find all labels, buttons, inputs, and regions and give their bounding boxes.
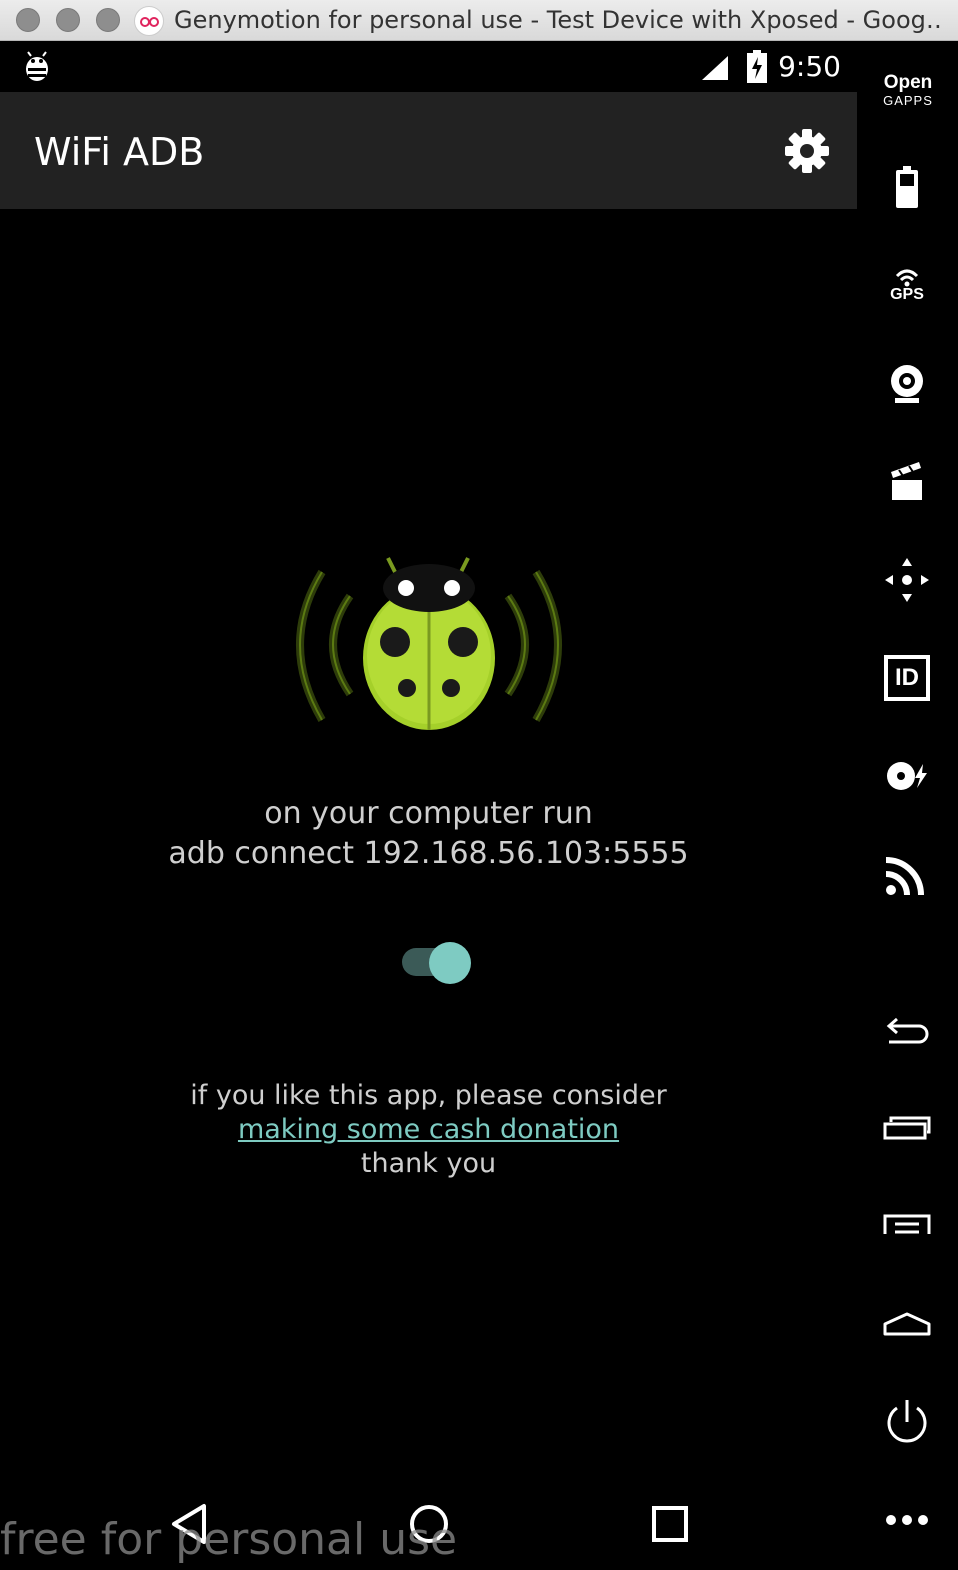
gps-widget-button[interactable]: GPS	[879, 258, 935, 314]
sidebar-more-button[interactable]	[879, 1492, 935, 1548]
recent-apps-icon	[883, 1116, 931, 1140]
watermark: free for personal use	[0, 1514, 458, 1565]
window-minimize-button[interactable]	[56, 8, 80, 32]
battery-icon	[896, 166, 918, 208]
android-screen: 9:50 WiFi ADB on your computer run adb c…	[0, 42, 857, 1570]
network-widget-button[interactable]	[879, 846, 935, 902]
disk-io-widget-button[interactable]	[879, 748, 935, 804]
sidebar-power-button[interactable]	[879, 1394, 935, 1450]
sidebar-menu-button[interactable]	[879, 1198, 935, 1254]
home-outline-icon	[883, 1312, 931, 1336]
move-arrows-icon	[885, 558, 929, 602]
gear-icon	[785, 129, 829, 173]
app-title: WiFi ADB	[34, 130, 205, 174]
sidebar-back-button[interactable]	[879, 1002, 935, 1058]
adb-wifi-toggle[interactable]	[400, 940, 472, 986]
settings-button[interactable]	[780, 124, 834, 178]
gps-label: GPS	[890, 286, 924, 303]
sidebar-home-button[interactable]	[879, 1296, 935, 1352]
webcam-icon	[891, 365, 923, 403]
menu-icon	[883, 1214, 931, 1234]
window-title: Genymotion for personal use - Test Devic…	[174, 6, 944, 34]
webcam-widget-button[interactable]	[879, 356, 935, 412]
recents-icon	[652, 1506, 688, 1542]
donate-prompt: if you like this app, please consider	[190, 1080, 667, 1111]
donation-link-text[interactable]: making some cash donation	[238, 1114, 619, 1145]
wifi-bug-logo	[296, 557, 562, 730]
genymotion-sidebar: Open GAPPS GPS ID	[857, 42, 958, 1570]
remote-control-widget-button[interactable]	[879, 552, 935, 608]
undo-arrow-icon	[886, 1017, 929, 1044]
id-label: ID	[895, 664, 919, 691]
status-bar: 9:50	[0, 42, 857, 92]
battery-charging-icon	[747, 50, 767, 83]
app-bar: WiFi ADB	[0, 92, 857, 209]
device-id-widget-button[interactable]: ID	[879, 650, 935, 706]
sidebar-recent-apps-button[interactable]	[879, 1100, 935, 1156]
open-gapps-label-2: GAPPS	[883, 93, 933, 108]
donation-link[interactable]: making some cash donation	[0, 1114, 857, 1145]
signal-icon	[702, 56, 728, 80]
thank-you-text: thank you	[360, 1148, 497, 1179]
window-close-button[interactable]	[16, 8, 40, 32]
more-dots-icon	[886, 1515, 928, 1525]
window-zoom-button[interactable]	[96, 8, 120, 32]
open-gapps-label-1: Open	[883, 72, 933, 93]
open-gapps-button[interactable]: Open GAPPS	[871, 72, 945, 110]
status-time: 9:50	[778, 50, 841, 83]
capture-widget-button[interactable]	[879, 454, 935, 510]
window-titlebar: Genymotion for personal use - Test Devic…	[0, 0, 958, 41]
nav-recents-button[interactable]	[638, 1492, 702, 1556]
power-icon	[887, 1400, 927, 1443]
rss-signal-icon	[885, 857, 924, 896]
battery-widget-button[interactable]	[879, 160, 935, 216]
bug-notification-icon	[26, 51, 48, 81]
instruction-line-1: on your computer run	[264, 796, 593, 831]
disk-bolt-icon	[887, 762, 927, 790]
genymotion-app-icon	[134, 6, 164, 36]
adb-connect-command: adb connect 192.168.56.103:5555	[168, 836, 689, 871]
clapperboard-icon	[891, 462, 922, 500]
toggle-thumb	[429, 942, 471, 984]
